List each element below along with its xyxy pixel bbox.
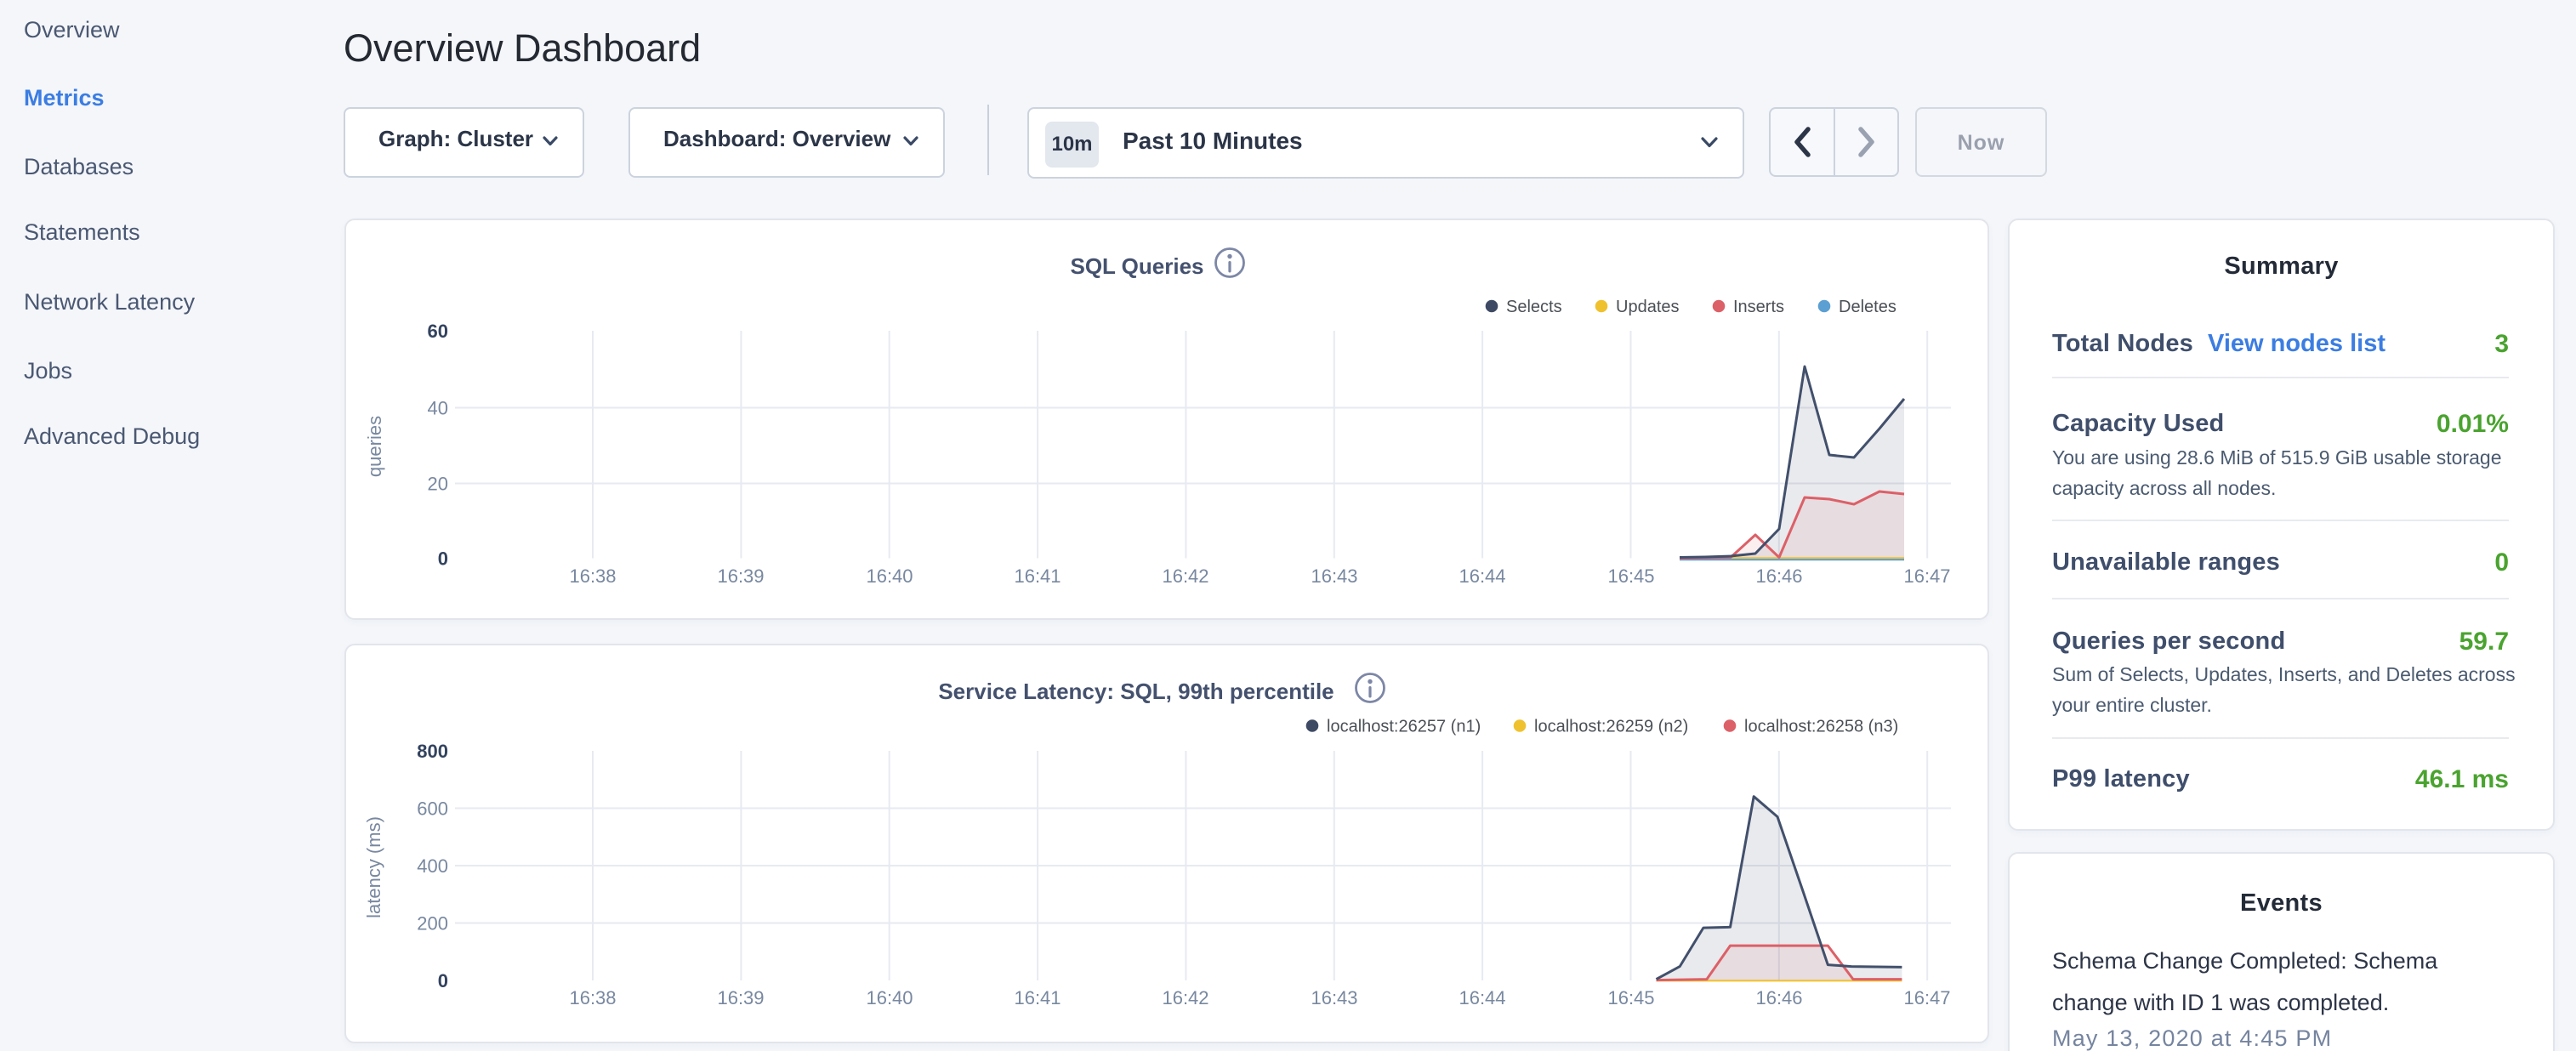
svg-text:16:39: 16:39 [717, 565, 764, 587]
svg-text:Updates: Updates [1616, 298, 1680, 316]
svg-text:localhost:26259 (n2): localhost:26259 (n2) [1534, 718, 1688, 736]
svg-text:16:44: 16:44 [1459, 987, 1505, 1008]
svg-text:16:42: 16:42 [1162, 565, 1208, 587]
svg-text:16:40: 16:40 [866, 987, 913, 1008]
svg-text:Selects: Selects [1506, 298, 1562, 316]
svg-text:16:38: 16:38 [569, 565, 616, 587]
svg-text:0: 0 [438, 970, 448, 991]
svg-text:16:40: 16:40 [866, 565, 913, 587]
svg-text:queries: queries [364, 416, 385, 477]
svg-text:20: 20 [428, 474, 448, 495]
svg-text:localhost:26258 (n3): localhost:26258 (n3) [1744, 718, 1898, 736]
svg-text:16:41: 16:41 [1014, 565, 1061, 587]
svg-text:200: 200 [417, 913, 448, 935]
svg-text:16:43: 16:43 [1311, 987, 1357, 1008]
svg-text:16:47: 16:47 [1903, 565, 1950, 587]
svg-text:Inserts: Inserts [1733, 298, 1784, 316]
svg-text:16:42: 16:42 [1162, 987, 1208, 1008]
svg-text:localhost:26257 (n1): localhost:26257 (n1) [1327, 718, 1481, 736]
svg-text:16:39: 16:39 [717, 987, 764, 1008]
svg-text:600: 600 [417, 798, 448, 820]
svg-text:0: 0 [438, 548, 448, 570]
svg-text:Service Latency: SQL, 99th per: Service Latency: SQL, 99th percentile [938, 679, 1333, 704]
svg-text:16:45: 16:45 [1607, 565, 1654, 587]
svg-text:400: 400 [417, 855, 448, 877]
svg-text:16:44: 16:44 [1459, 565, 1505, 587]
svg-text:60: 60 [428, 321, 448, 342]
svg-text:16:46: 16:46 [1755, 565, 1802, 587]
svg-text:latency (ms): latency (ms) [363, 816, 384, 918]
svg-text:16:47: 16:47 [1903, 987, 1950, 1008]
svg-text:16:41: 16:41 [1014, 987, 1061, 1008]
svg-text:SQL Queries: SQL Queries [1070, 253, 1203, 279]
svg-text:Deletes: Deletes [1839, 298, 1896, 316]
svg-text:16:43: 16:43 [1311, 565, 1357, 587]
svg-text:16:38: 16:38 [569, 987, 616, 1008]
svg-text:16:46: 16:46 [1755, 987, 1802, 1008]
svg-text:40: 40 [428, 398, 448, 419]
svg-text:800: 800 [417, 741, 448, 762]
svg-text:16:45: 16:45 [1607, 987, 1654, 1008]
